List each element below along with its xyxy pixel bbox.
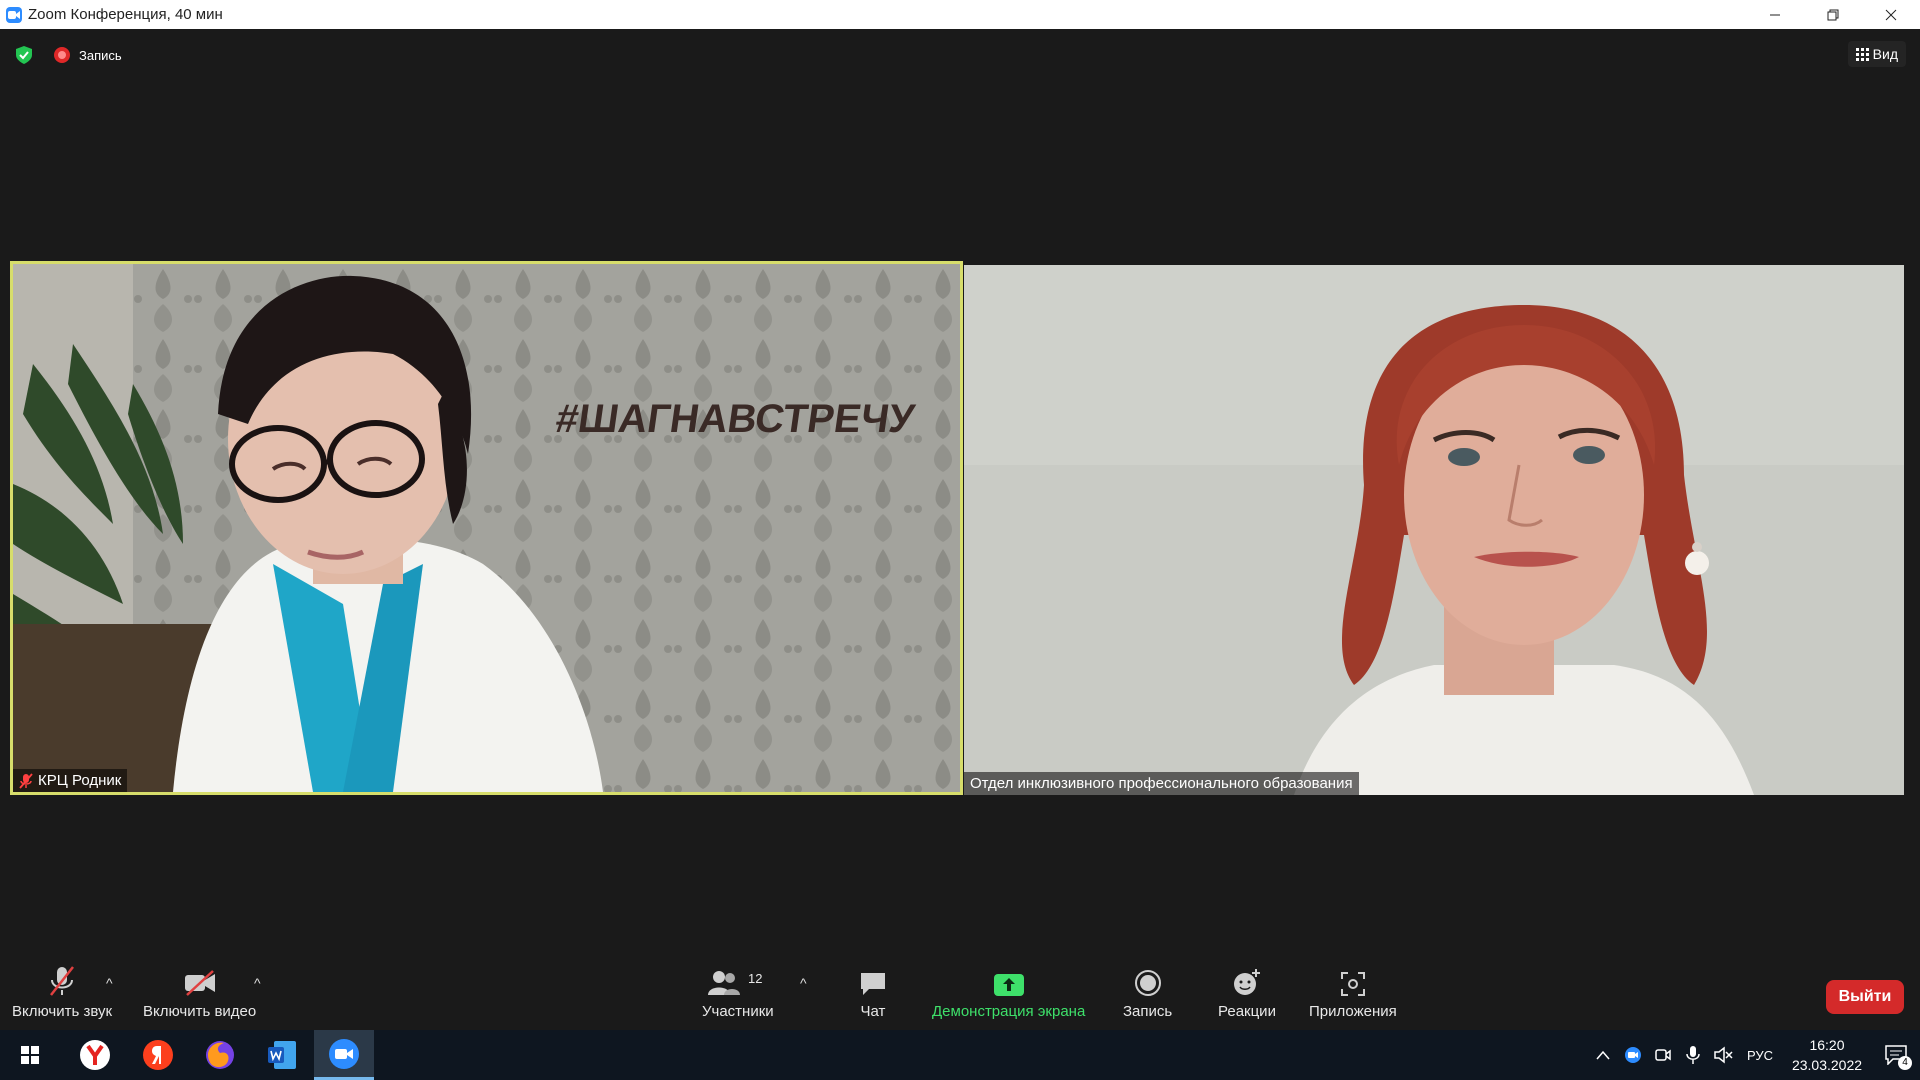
participants-options-chevron-up-icon[interactable]: ^ bbox=[800, 975, 807, 991]
microphone-in-use-icon[interactable] bbox=[1678, 1030, 1708, 1080]
leave-button[interactable]: Выйти bbox=[1826, 980, 1904, 1014]
record-label: Запись bbox=[1123, 1003, 1173, 1020]
video-feed-image bbox=[964, 265, 1904, 795]
taskbar-zoom[interactable] bbox=[314, 1030, 374, 1080]
notifications-button[interactable]: 4 bbox=[1872, 1030, 1920, 1080]
unmute-button[interactable]: Включить звук bbox=[12, 965, 112, 1020]
minimize-button[interactable] bbox=[1746, 0, 1804, 29]
system-clock[interactable]: 16:20 23.03.2022 bbox=[1782, 1035, 1872, 1075]
participants-icon: 12 bbox=[707, 965, 768, 997]
firefox-icon bbox=[206, 1041, 234, 1069]
windows-logo-icon bbox=[21, 1046, 39, 1064]
clock-date: 23.03.2022 bbox=[1791, 1057, 1863, 1073]
unmute-label: Включить звук bbox=[12, 1003, 113, 1020]
camera-in-use-icon[interactable] bbox=[1648, 1030, 1678, 1080]
notifications-count-badge: 4 bbox=[1898, 1056, 1912, 1070]
record-button[interactable]: Запись bbox=[1123, 965, 1172, 1020]
video-feed-image: #ШАГНАВСТРЕЧУ bbox=[13, 264, 960, 792]
meeting-toolbar: Включить звук ^ Включить видео ^ 12 Учас… bbox=[0, 935, 1920, 1030]
wall-sign-text: #ШАГНАВСТРЕЧУ bbox=[553, 396, 918, 441]
video-tile-krc-rodnik[interactable]: #ШАГНАВСТРЕЧУ КРЦ Родник bbox=[10, 261, 963, 795]
close-icon bbox=[1885, 9, 1897, 20]
start-video-label: Включить видео bbox=[143, 1003, 257, 1020]
windows-start-button[interactable] bbox=[0, 1030, 60, 1080]
meeting-area: Запись Вид #ШАГНАВСТРЕЧУ КРЦ Родник Отде… bbox=[0, 29, 1920, 1030]
zoom-tray-icon[interactable] bbox=[1618, 1030, 1648, 1080]
participants-count: 12 bbox=[748, 971, 762, 986]
view-button[interactable]: Вид bbox=[1847, 41, 1906, 67]
reactions-label: Реакции bbox=[1218, 1003, 1276, 1020]
record-icon bbox=[1134, 965, 1162, 997]
taskbar-yandex[interactable] bbox=[128, 1030, 188, 1080]
zoom-app-icon bbox=[6, 6, 22, 23]
window-title: Zoom Конференция, 40 мин bbox=[28, 6, 223, 23]
recording-label: Запись bbox=[79, 47, 122, 63]
restore-icon bbox=[1827, 9, 1839, 20]
participant-name: КРЦ Родник bbox=[38, 772, 122, 789]
apps-label: Приложения bbox=[1309, 1003, 1397, 1020]
muted-mic-icon bbox=[47, 965, 77, 997]
share-screen-icon bbox=[993, 965, 1025, 997]
show-hidden-icons-chevron-up-icon[interactable] bbox=[1588, 1030, 1618, 1080]
speaker-muted-icon[interactable] bbox=[1708, 1030, 1738, 1080]
audio-options-chevron-up-icon[interactable]: ^ bbox=[106, 975, 113, 991]
chat-icon bbox=[859, 965, 887, 997]
meeting-status-bar: Запись bbox=[14, 45, 122, 65]
window-titlebar: Zoom Конференция, 40 мин bbox=[0, 0, 1920, 29]
window-controls bbox=[1746, 0, 1920, 29]
clock-time: 16:20 bbox=[1809, 1037, 1845, 1053]
video-tile-inclusive-dept[interactable]: Отдел инклюзивного профессионального обр… bbox=[964, 265, 1904, 795]
chat-label: Чат bbox=[860, 1003, 886, 1020]
windows-taskbar: РУС 16:20 23.03.2022 4 bbox=[0, 1030, 1920, 1080]
taskbar-word[interactable] bbox=[252, 1030, 312, 1080]
minimize-icon bbox=[1770, 14, 1780, 15]
security-shield-icon[interactable] bbox=[14, 45, 34, 65]
taskbar-firefox[interactable] bbox=[190, 1030, 250, 1080]
reactions-button[interactable]: Реакции bbox=[1218, 965, 1276, 1020]
yandex-browser-icon bbox=[80, 1040, 110, 1070]
participant-name-tag: КРЦ Родник bbox=[13, 769, 128, 792]
input-language[interactable]: РУС bbox=[1738, 1048, 1782, 1063]
participant-name: Отдел инклюзивного профессионального обр… bbox=[970, 775, 1353, 792]
reactions-smiley-icon bbox=[1232, 965, 1262, 997]
apps-button[interactable]: Приложения bbox=[1309, 965, 1397, 1020]
participant-name-tag: Отдел инклюзивного профессионального обр… bbox=[964, 772, 1359, 795]
muted-mic-icon bbox=[19, 772, 33, 789]
recording-indicator-icon bbox=[54, 47, 70, 63]
participants-label: Участники bbox=[702, 1003, 774, 1020]
word-icon bbox=[268, 1041, 296, 1069]
video-options-chevron-up-icon[interactable]: ^ bbox=[254, 975, 261, 991]
participants-button[interactable]: 12 Участники bbox=[702, 965, 774, 1020]
grid-icon bbox=[1855, 47, 1869, 61]
start-video-button[interactable]: Включить видео bbox=[143, 965, 256, 1020]
share-screen-button[interactable]: Демонстрация экрана bbox=[932, 965, 1085, 1020]
taskbar-yandex-browser[interactable] bbox=[65, 1030, 125, 1080]
zoom-icon bbox=[329, 1038, 359, 1069]
apps-icon bbox=[1340, 965, 1366, 997]
chat-button[interactable]: Чат bbox=[859, 965, 887, 1020]
video-off-icon bbox=[183, 965, 217, 997]
close-button[interactable] bbox=[1862, 0, 1920, 29]
share-screen-label: Демонстрация экрана bbox=[932, 1003, 1086, 1020]
restore-button[interactable] bbox=[1804, 0, 1862, 29]
system-tray: РУС 16:20 23.03.2022 4 bbox=[1588, 1030, 1920, 1080]
yandex-icon bbox=[143, 1040, 173, 1070]
view-label: Вид bbox=[1872, 46, 1898, 62]
